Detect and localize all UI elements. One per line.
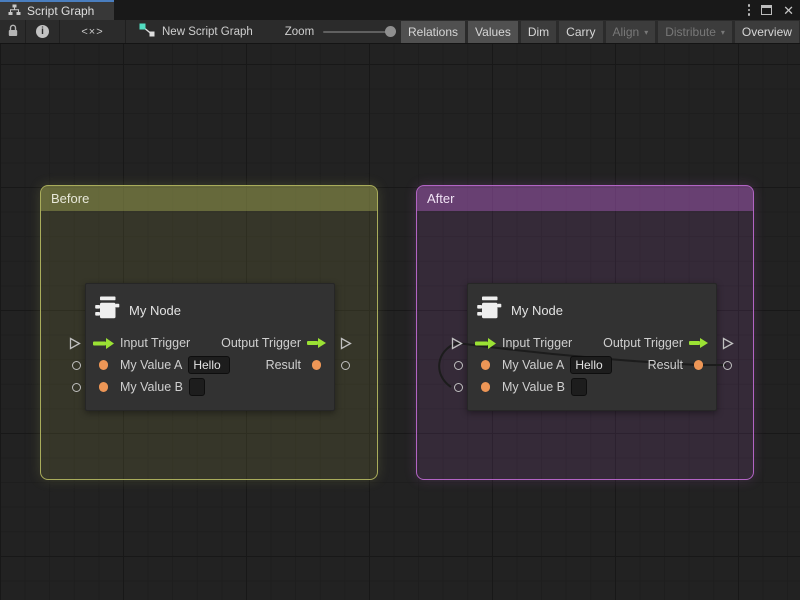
input-trigger-icon[interactable] [93, 338, 114, 349]
close-icon[interactable]: ✕ [783, 4, 794, 17]
value-b-port-icon[interactable] [93, 382, 114, 392]
value-a-outer-port[interactable] [72, 361, 81, 370]
node-row-triggers: Input Trigger Output Trigger [86, 332, 334, 354]
node-row-triggers: Input Trigger Output Trigger [468, 332, 716, 354]
carry-toggle[interactable]: Carry [559, 21, 602, 43]
graph-asset-icon [139, 23, 155, 40]
graph-asset[interactable]: New Script Graph [129, 23, 263, 40]
more-menu-icon[interactable] [748, 4, 751, 16]
script-graph-icon [8, 4, 21, 19]
zoom-slider-handle[interactable] [385, 26, 396, 37]
value-a-port-icon[interactable] [475, 360, 496, 370]
input-trigger-outer-port[interactable] [69, 337, 81, 355]
chevron-down-icon: ▾ [644, 28, 648, 37]
node-row-value-b: My Value B [468, 376, 716, 398]
distribute-dropdown[interactable]: Distribute ▾ [658, 21, 732, 43]
node-row-value-a: My Value A Result [86, 354, 334, 376]
group-before-header[interactable]: Before [41, 186, 377, 211]
output-trigger-label: Output Trigger [221, 336, 301, 350]
node-title: My Node [511, 303, 563, 318]
output-trigger-outer-port[interactable] [340, 337, 352, 355]
node-my-node-before[interactable]: My Node Input Trigger Output Trigger [85, 283, 335, 411]
node-row-value-b: My Value B [86, 376, 334, 398]
result-label: Result [266, 358, 301, 372]
graph-canvas[interactable]: Before After My Node [0, 44, 800, 600]
relations-toggle[interactable]: Relations [401, 21, 465, 43]
result-port-icon[interactable] [307, 360, 326, 370]
value-a-input[interactable] [188, 356, 230, 374]
value-b-outer-port[interactable] [72, 383, 81, 392]
tab-title: Script Graph [27, 4, 94, 18]
graph-toolbar: i <×> New Script Graph Zoom 1x Relations [0, 20, 800, 44]
lock-button[interactable] [0, 20, 26, 43]
value-a-outer-port[interactable] [454, 361, 463, 370]
result-outer-port[interactable] [341, 361, 350, 370]
input-trigger-outer-port[interactable] [451, 337, 463, 355]
value-b-outer-port[interactable] [454, 383, 463, 392]
output-trigger-icon[interactable] [689, 338, 708, 348]
result-port-icon[interactable] [689, 360, 708, 370]
value-b-input[interactable] [571, 378, 587, 396]
input-trigger-icon[interactable] [475, 338, 496, 349]
tab-script-graph[interactable]: Script Graph [0, 0, 114, 20]
graph-asset-name: New Script Graph [162, 26, 253, 38]
code-view-button[interactable]: <×> [60, 20, 126, 43]
group-before-label: Before [51, 191, 89, 206]
values-toggle[interactable]: Values [468, 21, 518, 43]
result-outer-port[interactable] [723, 361, 732, 370]
node-header: My Node [468, 284, 716, 332]
value-b-label: My Value B [120, 380, 183, 394]
value-a-label: My Value A [502, 358, 564, 372]
align-dropdown[interactable]: Align ▾ [606, 21, 656, 43]
input-trigger-label: Input Trigger [502, 336, 572, 350]
lock-icon [7, 24, 19, 40]
node-title: My Node [129, 303, 181, 318]
value-a-input[interactable] [570, 356, 612, 374]
output-trigger-label: Output Trigger [603, 336, 683, 350]
code-view-icon: <×> [81, 26, 103, 38]
unit-icon [475, 294, 502, 326]
zoom-control: Zoom 1x [285, 26, 415, 38]
group-after-header[interactable]: After [417, 186, 753, 211]
tab-bar: Script Graph ✕ [0, 0, 800, 20]
info-icon: i [36, 25, 49, 38]
dim-toggle[interactable]: Dim [521, 21, 556, 43]
node-header: My Node [86, 284, 334, 332]
value-b-input[interactable] [189, 378, 205, 396]
group-after-label: After [427, 191, 454, 206]
overview-button[interactable]: Overview [735, 21, 799, 43]
info-button[interactable]: i [26, 20, 60, 43]
result-label: Result [648, 358, 683, 372]
zoom-slider[interactable] [323, 31, 393, 33]
window-controls: ✕ [748, 0, 794, 20]
node-my-node-after[interactable]: My Node Input Trigger Output Trigger [467, 283, 717, 411]
value-a-port-icon[interactable] [93, 360, 114, 370]
input-trigger-label: Input Trigger [120, 336, 190, 350]
toolbar-buttons: Relations Values Dim Carry Align ▾ Distr… [401, 21, 800, 43]
output-trigger-icon[interactable] [307, 338, 326, 348]
chevron-down-icon: ▾ [721, 28, 725, 37]
value-b-port-icon[interactable] [475, 382, 496, 392]
maximize-icon[interactable] [761, 5, 772, 15]
value-a-label: My Value A [120, 358, 182, 372]
output-trigger-outer-port[interactable] [722, 337, 734, 355]
unit-icon [93, 294, 120, 326]
node-row-value-a: My Value A Result [468, 354, 716, 376]
value-b-label: My Value B [502, 380, 565, 394]
zoom-label: Zoom [285, 26, 314, 38]
script-graph-window: Script Graph ✕ i <×> [0, 0, 800, 600]
